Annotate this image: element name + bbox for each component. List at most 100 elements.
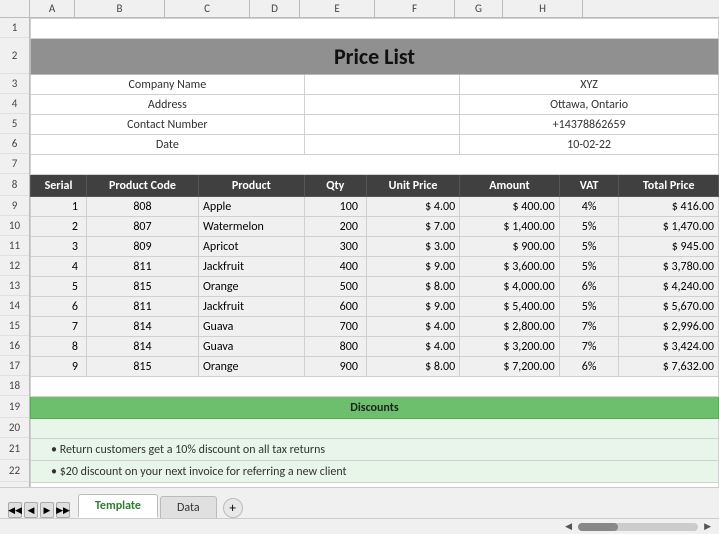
vat-8: 7% [559, 337, 619, 357]
product-5: Orange [198, 277, 304, 297]
row-numbers: 1 2 3 4 5 6 7 8 9 10 11 12 13 14 15 16 1… [0, 18, 30, 487]
spreadsheet-table: Price List Company Name XYZ Addre [30, 18, 719, 487]
data-row-15: 7 814 Guava 700 $ 4.00 $ 2,800.00 7% $ 2… [31, 317, 719, 337]
row-8-headers: Serial Product Code Product Qty Unit Pri… [31, 175, 719, 197]
col-header-b: B [75, 0, 165, 17]
corner-cell [0, 0, 30, 17]
product-7: Guava [198, 317, 304, 337]
amount-3: $ 900.00 [460, 237, 560, 257]
address-label: Address [31, 95, 305, 115]
row-20 [31, 419, 719, 439]
nav-first-arrow[interactable]: ◀◀ [8, 502, 22, 518]
uprice-5: $ 8.00 [366, 277, 459, 297]
code-6: 811 [86, 297, 198, 317]
code-5: 815 [86, 277, 198, 297]
total-1: $ 416.00 [619, 197, 719, 217]
discount-text-2: • $20 discount on your next invoice for … [31, 461, 719, 483]
serial-1: 1 [31, 197, 87, 217]
header-vat: VAT [559, 175, 619, 197]
tab-data[interactable]: Data [160, 496, 217, 518]
qty-2: 200 [304, 217, 366, 237]
serial-3: 3 [31, 237, 87, 257]
product-9: Orange [198, 357, 304, 377]
nav-prev-arrow[interactable]: ◀ [24, 502, 38, 518]
row-num-12: 12 [0, 256, 29, 276]
uprice-7: $ 4.00 [366, 317, 459, 337]
amount-1: $ 400.00 [460, 197, 560, 217]
amount-4: $ 3,600.00 [460, 257, 560, 277]
row-num-17: 17 [0, 356, 29, 376]
row-7 [31, 155, 719, 175]
serial-6: 6 [31, 297, 87, 317]
row-19-discounts: Discounts [31, 397, 719, 419]
col-header-a: A [30, 0, 75, 17]
row-6: Date 10-02-22 [31, 135, 719, 155]
uprice-3: $ 3.00 [366, 237, 459, 257]
price-list-title: Price List [334, 43, 415, 70]
nav-last-arrow[interactable]: ▶▶ [56, 502, 70, 518]
code-4: 811 [86, 257, 198, 277]
header-product-code: Product Code [86, 175, 198, 197]
status-bar: ◀ ▶ [0, 518, 719, 534]
code-2: 807 [86, 217, 198, 237]
total-8: $ 3,424.00 [619, 337, 719, 357]
row-num-14: 14 [0, 296, 29, 316]
row-2-title: Price List [31, 39, 719, 75]
row-num-8: 8 [0, 174, 29, 196]
qty-3: 300 [304, 237, 366, 257]
row7-empty [31, 155, 719, 175]
uprice-1: $ 4.00 [366, 197, 459, 217]
col-header-h: H [503, 0, 583, 17]
total-9: $ 7,632.00 [619, 357, 719, 377]
total-3: $ 945.00 [619, 237, 719, 257]
col-header-d: D [250, 0, 300, 17]
amount-9: $ 7,200.00 [460, 357, 560, 377]
header-amount: Amount [460, 175, 560, 197]
discounts-header: Discounts [31, 397, 719, 419]
qty-6: 600 [304, 297, 366, 317]
row-num-21: 21 [0, 438, 29, 460]
row-num-13: 13 [0, 276, 29, 296]
col-headers-row: A B C D E F G H [0, 0, 719, 18]
contact-spacer [304, 115, 460, 135]
row-num-10: 10 [0, 216, 29, 236]
amount-8: $ 3,200.00 [460, 337, 560, 357]
address-spacer [304, 95, 460, 115]
amount-2: $ 1,400.00 [460, 217, 560, 237]
tab-add-button[interactable]: + [223, 498, 243, 518]
row20-empty [31, 419, 719, 439]
row-num-7: 7 [0, 154, 29, 174]
spreadsheet-app: A B C D E F G H 1 2 3 4 5 6 7 8 9 10 11 … [0, 0, 719, 534]
total-7: $ 2,996.00 [619, 317, 719, 337]
date-label: Date [31, 135, 305, 155]
nav-next-arrow[interactable]: ▶ [40, 502, 54, 518]
date-spacer [304, 135, 460, 155]
row-num-11: 11 [0, 236, 29, 256]
row-18 [31, 377, 719, 397]
header-total-price: Total Price [619, 175, 719, 197]
scrollbar-track[interactable] [578, 523, 698, 531]
code-8: 814 [86, 337, 198, 357]
qty-1: 100 [304, 197, 366, 217]
header-unit-price: Unit Price [366, 175, 459, 197]
tab-template[interactable]: Template [78, 494, 158, 518]
data-row-17: 9 815 Orange 900 $ 8.00 $ 7,200.00 6% $ … [31, 357, 719, 377]
row-num-5: 5 [0, 114, 29, 134]
scroll-left-btn[interactable]: ◀ [565, 521, 572, 532]
bottom-section: ◀◀ ◀ ▶ ▶▶ Template Data + ◀ ▶ [0, 487, 719, 534]
data-row-13: 5 815 Orange 500 $ 8.00 $ 4,000.00 6% $ … [31, 277, 719, 297]
row-num-1: 1 [0, 18, 29, 38]
data-row-12: 4 811 Jackfruit 400 $ 9.00 $ 3,600.00 5%… [31, 257, 719, 277]
row-num-16: 16 [0, 336, 29, 356]
scroll-right-btn[interactable]: ▶ [704, 521, 711, 532]
vat-1: 4% [559, 197, 619, 217]
qty-9: 900 [304, 357, 366, 377]
row-num-6: 6 [0, 134, 29, 154]
product-6: Jackfruit [198, 297, 304, 317]
data-row-9: 1 808 Apple 100 $ 4.00 $ 400.00 4% $ 416… [31, 197, 719, 217]
row-num-18: 18 [0, 376, 29, 396]
total-4: $ 3,780.00 [619, 257, 719, 277]
row-4: Address Ottawa, Ontario [31, 95, 719, 115]
vat-4: 5% [559, 257, 619, 277]
col-header-f: F [375, 0, 455, 17]
